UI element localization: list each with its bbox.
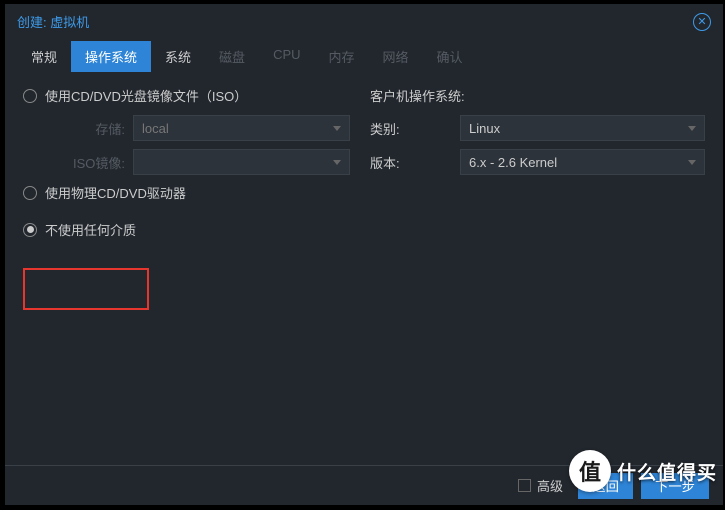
tab-network: 网络	[369, 41, 423, 72]
advanced-toggle[interactable]: 高级	[518, 476, 563, 495]
checkbox-icon	[518, 479, 531, 492]
content-area: 使用CD/DVD光盘镜像文件（ISO） 存储: local ISO镜像: 使用物…	[5, 72, 723, 465]
tab-general[interactable]: 常规	[17, 41, 71, 72]
chevron-down-icon	[688, 126, 696, 131]
guest-version-value: 6.x - 2.6 Kernel	[469, 155, 557, 170]
titlebar: 创建: 虚拟机 ✕	[5, 4, 723, 37]
radio-use-none[interactable]: 不使用任何介质	[23, 220, 350, 239]
guest-os-header: 客户机操作系统:	[370, 86, 705, 105]
guest-type-value: Linux	[469, 121, 500, 136]
guest-version-select[interactable]: 6.x - 2.6 Kernel	[460, 149, 705, 175]
tab-system[interactable]: 系统	[151, 41, 205, 72]
chevron-down-icon	[333, 126, 341, 131]
chevron-down-icon	[688, 160, 696, 165]
guest-version-label: 版本:	[370, 153, 406, 172]
tab-memory: 内存	[315, 41, 369, 72]
footer: 高级 返回 下一步	[5, 465, 723, 505]
radio-icon	[23, 186, 37, 200]
storage-value: local	[142, 121, 169, 136]
radio-icon	[23, 89, 37, 103]
guest-os-column: 客户机操作系统: 类别: Linux 版本: 6.x - 2.6 Kernel	[370, 86, 705, 451]
guest-version-row: 版本: 6.x - 2.6 Kernel	[370, 149, 705, 175]
tab-os[interactable]: 操作系统	[71, 41, 151, 72]
tab-bar: 常规 操作系统 系统 磁盘 CPU 内存 网络 确认	[5, 37, 723, 72]
storage-row: 存储: local	[23, 115, 350, 141]
storage-select[interactable]: local	[133, 115, 350, 141]
create-vm-dialog: 创建: 虚拟机 ✕ 常规 操作系统 系统 磁盘 CPU 内存 网络 确认 使用C…	[5, 4, 723, 505]
advanced-label: 高级	[537, 476, 563, 495]
radio-label: 使用物理CD/DVD驱动器	[45, 183, 186, 202]
radio-label: 使用CD/DVD光盘镜像文件（ISO）	[45, 86, 247, 105]
storage-label: 存储:	[23, 119, 133, 138]
radio-label: 不使用任何介质	[45, 220, 136, 239]
tab-confirm: 确认	[423, 41, 477, 72]
radio-use-physical[interactable]: 使用物理CD/DVD驱动器	[23, 183, 350, 202]
radio-use-iso[interactable]: 使用CD/DVD光盘镜像文件（ISO）	[23, 86, 350, 105]
iso-label: ISO镜像:	[23, 153, 133, 172]
media-column: 使用CD/DVD光盘镜像文件（ISO） 存储: local ISO镜像: 使用物…	[23, 86, 350, 451]
next-button[interactable]: 下一步	[641, 473, 709, 499]
radio-icon	[23, 223, 37, 237]
tab-cpu: CPU	[259, 41, 314, 72]
iso-row: ISO镜像:	[23, 149, 350, 175]
dialog-title: 创建: 虚拟机	[17, 12, 89, 31]
guest-type-label: 类别:	[370, 119, 406, 138]
iso-select[interactable]	[133, 149, 350, 175]
tab-disk: 磁盘	[205, 41, 259, 72]
back-button[interactable]: 返回	[578, 473, 633, 499]
guest-type-row: 类别: Linux	[370, 115, 705, 141]
guest-type-select[interactable]: Linux	[460, 115, 705, 141]
close-icon[interactable]: ✕	[693, 13, 711, 31]
chevron-down-icon	[333, 160, 341, 165]
